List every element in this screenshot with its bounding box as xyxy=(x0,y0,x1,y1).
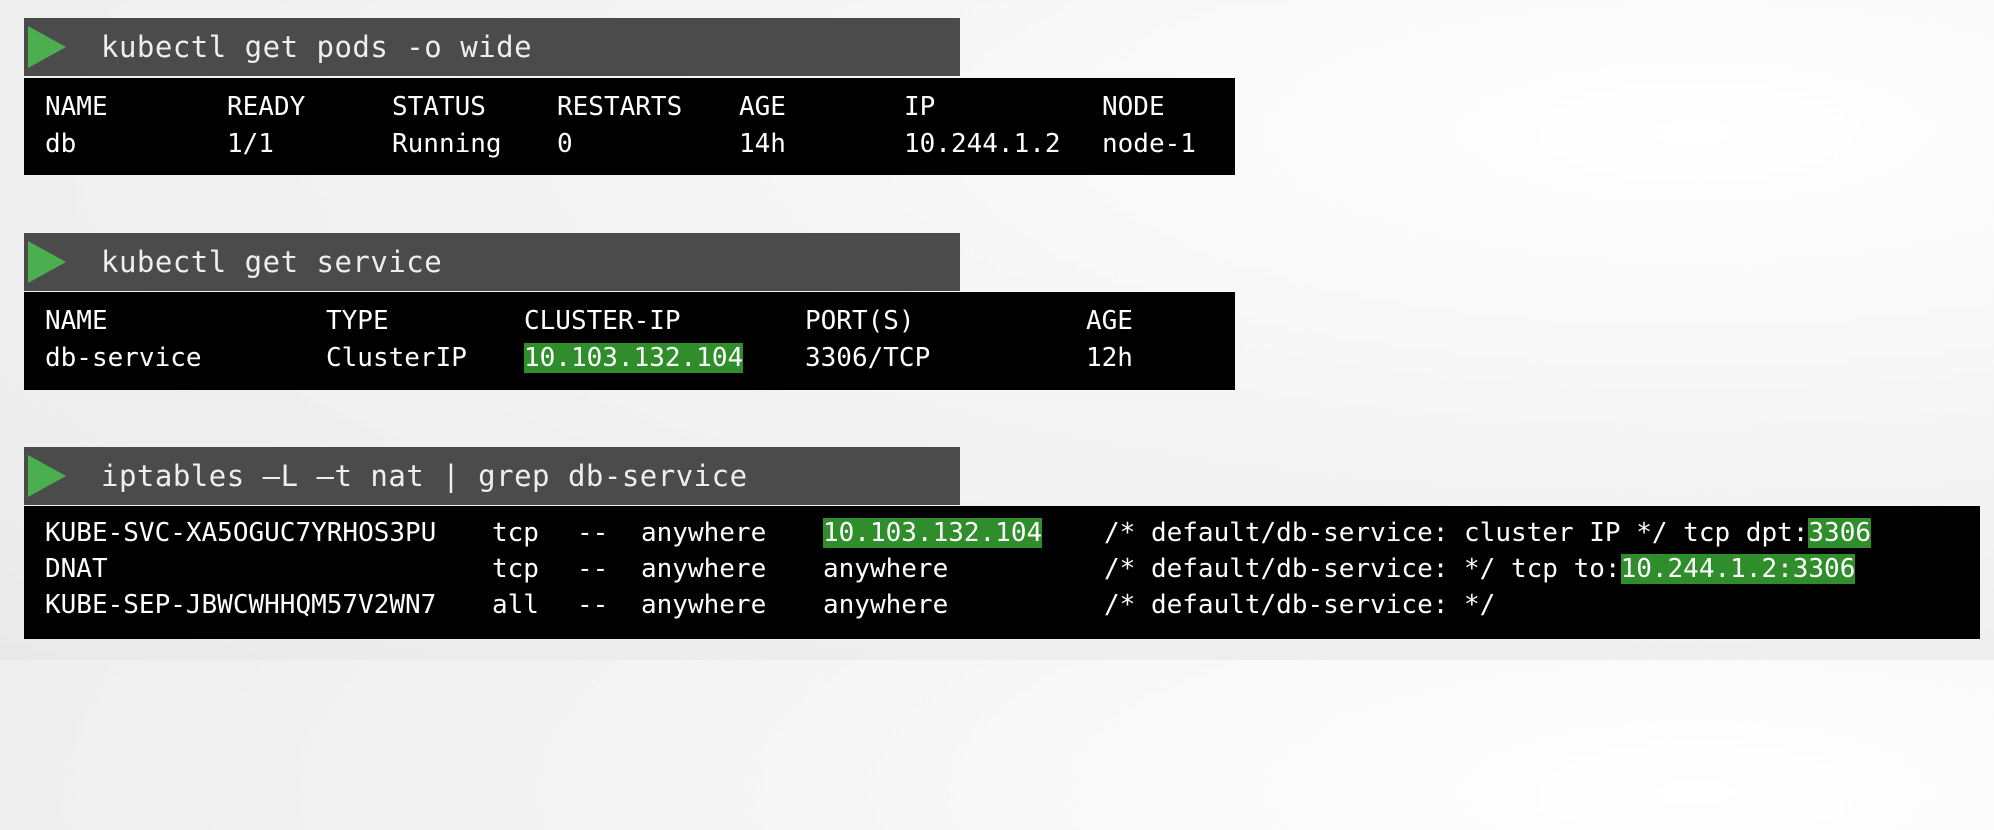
column-header-node: NODE xyxy=(1102,92,1165,122)
rule-protocol: all xyxy=(492,590,539,620)
table-row: db 1/1 Running 0 14h 10.244.1.2 node-1 xyxy=(24,129,1196,159)
rule-comment: /* default/db-service: cluster IP */ tcp… xyxy=(1104,518,1872,548)
rule-target: KUBE-SVC-XA5OGUC7YRHOS3PU xyxy=(45,518,437,548)
rule-endpoint-highlight: 10.244.1.2:3306 xyxy=(1620,554,1856,584)
rule-source: anywhere xyxy=(641,518,767,548)
rule-destination-highlight: 10.103.132.104 xyxy=(823,518,1043,548)
rule-destination: anywhere xyxy=(823,554,949,584)
column-header-type: TYPE xyxy=(326,306,389,336)
table-header-row: NAME READY STATUS RESTARTS AGE IP NODE xyxy=(24,92,1165,122)
iptables-rule-row: KUBE-SVC-XA5OGUC7YRHOS3PU tcp -- anywher… xyxy=(24,518,1872,548)
column-header-age: AGE xyxy=(739,92,786,122)
pod-restarts: 0 xyxy=(557,129,573,159)
rule-comment-text: /* default/db-service: */ xyxy=(1104,590,1496,620)
pod-node: node-1 xyxy=(1102,129,1196,159)
rule-protocol: tcp xyxy=(492,518,539,548)
rule-source: anywhere xyxy=(641,590,767,620)
pod-ip: 10.244.1.2 xyxy=(904,129,1061,159)
play-icon xyxy=(28,241,66,283)
column-header-ports: PORT(S) xyxy=(805,306,915,336)
column-header-ip: IP xyxy=(904,92,936,122)
pod-status: Running xyxy=(392,129,502,159)
rule-comment-text: /* default/db-service: cluster IP */ tcp… xyxy=(1104,518,1809,548)
rule-options: -- xyxy=(577,554,609,584)
iptables-rule-row: KUBE-SEP-JBWCWHHQM57V2WN7 all -- anywher… xyxy=(24,590,1495,620)
pods-output-table: NAME READY STATUS RESTARTS AGE IP NODE d… xyxy=(24,78,1235,175)
column-header-name: NAME xyxy=(45,306,108,336)
rule-destination: anywhere xyxy=(823,590,949,620)
service-age: 12h xyxy=(1086,343,1133,373)
rule-comment-text: /* default/db-service: */ tcp to: xyxy=(1104,554,1621,584)
table-header-row: NAME TYPE CLUSTER-IP PORT(S) AGE xyxy=(24,306,1133,336)
service-ports: 3306/TCP xyxy=(805,343,931,373)
pod-ready: 1/1 xyxy=(227,129,274,159)
iptables-output: KUBE-SVC-XA5OGUC7YRHOS3PU tcp -- anywher… xyxy=(24,506,1980,639)
pod-name: db xyxy=(45,129,77,159)
rule-target: KUBE-SEP-JBWCWHHQM57V2WN7 xyxy=(45,590,437,620)
rule-options: -- xyxy=(577,518,609,548)
column-header-status: STATUS xyxy=(392,92,486,122)
command-bar-iptables: iptables –L –t nat | grep db-service xyxy=(24,447,960,505)
command-text-iptables: iptables –L –t nat | grep db-service xyxy=(101,459,748,493)
pod-age: 14h xyxy=(739,129,786,159)
service-cluster-ip-highlight: 10.103.132.104 xyxy=(524,343,744,373)
column-header-restarts: RESTARTS xyxy=(557,92,683,122)
column-header-ready: READY xyxy=(227,92,306,122)
rule-comment: /* default/db-service: */ xyxy=(1104,590,1495,620)
rule-port-highlight: 3306 xyxy=(1808,518,1872,548)
rule-target: DNAT xyxy=(45,554,108,584)
table-row: db-service ClusterIP 10.103.132.104 3306… xyxy=(24,343,1133,373)
column-header-cluster-ip: CLUSTER-IP xyxy=(524,306,681,336)
command-bar-service: kubectl get service xyxy=(24,233,960,291)
column-header-age: AGE xyxy=(1086,306,1133,336)
rule-source: anywhere xyxy=(641,554,767,584)
rule-protocol: tcp xyxy=(492,554,539,584)
command-text-pods: kubectl get pods -o wide xyxy=(101,30,533,64)
rule-options: -- xyxy=(577,590,609,620)
service-output-table: NAME TYPE CLUSTER-IP PORT(S) AGE db-serv… xyxy=(24,292,1235,390)
service-type: ClusterIP xyxy=(326,343,467,373)
play-icon xyxy=(28,26,66,68)
command-bar-pods: kubectl get pods -o wide xyxy=(24,18,960,76)
service-name: db-service xyxy=(45,343,202,373)
command-text-service: kubectl get service xyxy=(101,245,443,279)
play-icon xyxy=(28,455,66,497)
column-header-name: NAME xyxy=(45,92,108,122)
iptables-rule-row: DNAT tcp -- anywhere anywhere /* default… xyxy=(24,554,1856,584)
rule-comment: /* default/db-service: */ tcp to:10.244.… xyxy=(1104,554,1856,584)
